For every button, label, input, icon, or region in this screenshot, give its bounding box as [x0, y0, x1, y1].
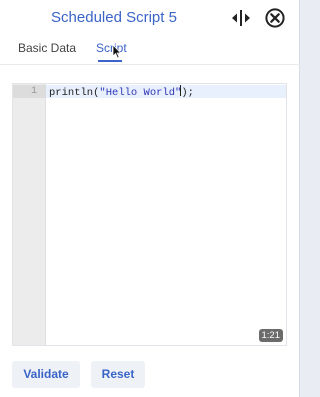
- panel-header: Scheduled Script 5: [0, 0, 300, 34]
- close-circle-icon: [265, 8, 285, 28]
- panel-title: Scheduled Script 5: [51, 9, 177, 26]
- close-button[interactable]: [264, 7, 286, 29]
- horizontal-resize-icon: [232, 10, 250, 26]
- validate-button[interactable]: Validate: [12, 361, 80, 388]
- line-number-gutter: 1: [13, 84, 46, 345]
- script-code-editor[interactable]: 1 println("Hello World"); 1:21: [12, 83, 287, 346]
- tab-basic-data[interactable]: Basic Data: [18, 41, 76, 55]
- line-number: 1: [30, 86, 37, 97]
- horizontal-resize-button[interactable]: [230, 8, 252, 28]
- code-line[interactable]: println("Hello World");: [49, 85, 194, 100]
- tab-bar: Basic Data Script: [0, 38, 300, 64]
- cursor-position-badge: 1:21: [258, 329, 283, 342]
- reset-button[interactable]: Reset: [91, 361, 145, 388]
- code-function-call: println(: [49, 87, 100, 99]
- mouse-cursor-icon: [112, 43, 122, 64]
- script-panel: Scheduled Script 5 Basic Data Script 1 p…: [0, 0, 300, 397]
- code-closing: );: [181, 87, 194, 99]
- tab-divider: [0, 64, 300, 65]
- code-string-literal: "Hello World": [99, 87, 182, 99]
